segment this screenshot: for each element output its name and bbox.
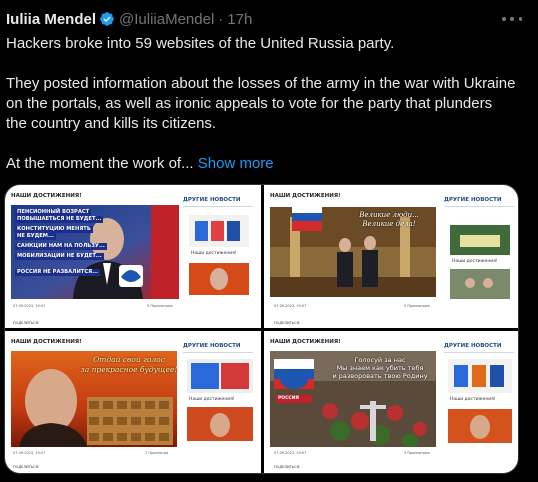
timestamp[interactable]: 17h <box>227 11 252 28</box>
more-options-icon[interactable] <box>502 10 522 28</box>
overlay-line1: Великие люди... <box>359 211 419 219</box>
panel-heading: НАШИ ДОСТИЖЕНИЯ! <box>11 193 82 199</box>
tweet-header: Iuliia Mendel @IuliiaMendel · 17h <box>6 8 252 30</box>
slogan-4: НЕ БУДЕМ... <box>15 233 56 240</box>
slogan-6: МОБИЛИЗАЦИИ НЕ БУДЕТ... <box>15 253 104 260</box>
share-label: ПОДЕЛИТЬСЯ: <box>13 465 40 469</box>
slogan-2: ПОВЫШАЕТЬСЯ НЕ БУДЕТ... <box>15 216 104 223</box>
tweet[interactable]: Iuliia Mendel @IuliiaMendel · 17h Hacker… <box>0 0 538 482</box>
tweet-text-truncated: At the moment the work of... <box>6 155 194 172</box>
post-views: 5 Просмотров <box>147 304 173 308</box>
side-thumb <box>448 359 512 393</box>
media-image-2[interactable]: НАШИ ДОСТИЖЕНИЯ! ДРУГИЕ НОВОСТИ Великие … <box>264 185 518 328</box>
tweet-text-line1: Hackers broke into 59 websites of the Un… <box>6 35 395 52</box>
media-image-4[interactable]: НАШИ ДОСТИЖЕНИЯ! ДРУГИЕ НОВОСТИ РОССИЯ Г… <box>264 331 518 473</box>
media-grid: НАШИ ДОСТИЖЕНИЯ! ДРУГИЕ НОВОСТИ ПЕНСИОНН… <box>4 184 519 474</box>
party-logo <box>292 205 322 231</box>
post-views: 5 Просмотров <box>404 451 430 455</box>
post-date: 07.09.2023, 19:07 <box>274 451 307 455</box>
side-caption: Наши достижения! <box>450 397 496 402</box>
panel-side-title: ДРУГИЕ НОВОСТИ <box>183 197 241 203</box>
overlay-line1: Отдай свой голос <box>93 355 165 364</box>
separator-dot: · <box>218 10 224 28</box>
post-date: 07.09.2023, 19:07 <box>13 451 46 455</box>
author-handle[interactable]: @IuliiaMendel <box>119 11 214 28</box>
panel-side-title: ДРУГИЕ НОВОСТИ <box>444 197 502 203</box>
side-thumb <box>189 215 249 247</box>
panel-side-title: ДРУГИЕ НОВОСТИ <box>183 343 241 349</box>
media-image-3[interactable]: НАШИ ДОСТИЖЕНИЯ! ДРУГИЕ НОВОСТИ Отдай св… <box>5 331 261 473</box>
tweet-text-line3: At the moment the work of... Show more <box>6 154 516 174</box>
overlay-line3: и разворовать твою Родину <box>332 372 428 380</box>
side-thumb-2 <box>189 263 249 295</box>
author-name[interactable]: Iuliia Mendel <box>6 11 96 28</box>
overlay-line2: Мы знаем как убить тебя <box>336 364 424 372</box>
panel-side-title: ДРУГИЕ НОВОСТИ <box>444 343 502 349</box>
side-thumb-2 <box>450 269 510 299</box>
panel-heading: НАШИ ДОСТИЖЕНИЯ! <box>270 193 341 199</box>
side-thumb-2 <box>187 407 253 441</box>
slogan-5: САНКЦИИ НАМ НА ПОЛЬЗУ... <box>15 243 107 250</box>
panel-heading: НАШИ ДОСТИЖЕНИЯ! <box>11 339 82 345</box>
slogan-3: КОНСТИТУЦИЮ МЕНЯТЬ <box>15 226 93 233</box>
badge-text: РОССИЯ <box>278 396 299 401</box>
post-date: 07.09.2023, 19:07 <box>274 304 307 308</box>
side-caption: Наши достижения! <box>189 397 235 402</box>
panel-heading: НАШИ ДОСТИЖЕНИЯ! <box>270 339 341 345</box>
overlay-line1: Голосуй за нас <box>354 356 406 364</box>
tweet-text: Hackers broke into 59 websites of the Un… <box>6 34 516 174</box>
media-image-1[interactable]: НАШИ ДОСТИЖЕНИЯ! ДРУГИЕ НОВОСТИ ПЕНСИОНН… <box>5 185 261 328</box>
side-caption: Наши достижения! <box>452 259 498 264</box>
share-label: ПОДЕЛИТЬСЯ: <box>13 321 40 325</box>
side-thumb-2 <box>448 409 512 443</box>
post-views: 2 Просмотра <box>145 451 169 455</box>
post-date: 07.09.2023, 19:07 <box>13 304 46 308</box>
slogan-1: ПЕНСИОННЫЙ ВОЗРАСТ <box>15 209 92 216</box>
slogan-7: РОССИЯ НЕ РАЗВАЛИТСЯ... <box>15 269 101 276</box>
side-caption: Наши достижения! <box>191 251 237 256</box>
side-thumb <box>450 225 510 255</box>
side-thumb <box>187 359 253 393</box>
share-label: ПОДЕЛИТЬСЯ: <box>274 465 301 469</box>
overlay-line2: Великие дела! <box>362 220 416 228</box>
share-label: ПОДЕЛИТЬСЯ: <box>274 321 301 325</box>
overlay-line2: за прекрасное будущее! <box>80 365 178 374</box>
tweet-text-line2: They posted information about the losses… <box>6 75 516 132</box>
verified-badge-icon <box>99 11 115 27</box>
post-views: 5 Просмотров <box>404 304 430 308</box>
show-more-link[interactable]: Show more <box>198 155 274 172</box>
